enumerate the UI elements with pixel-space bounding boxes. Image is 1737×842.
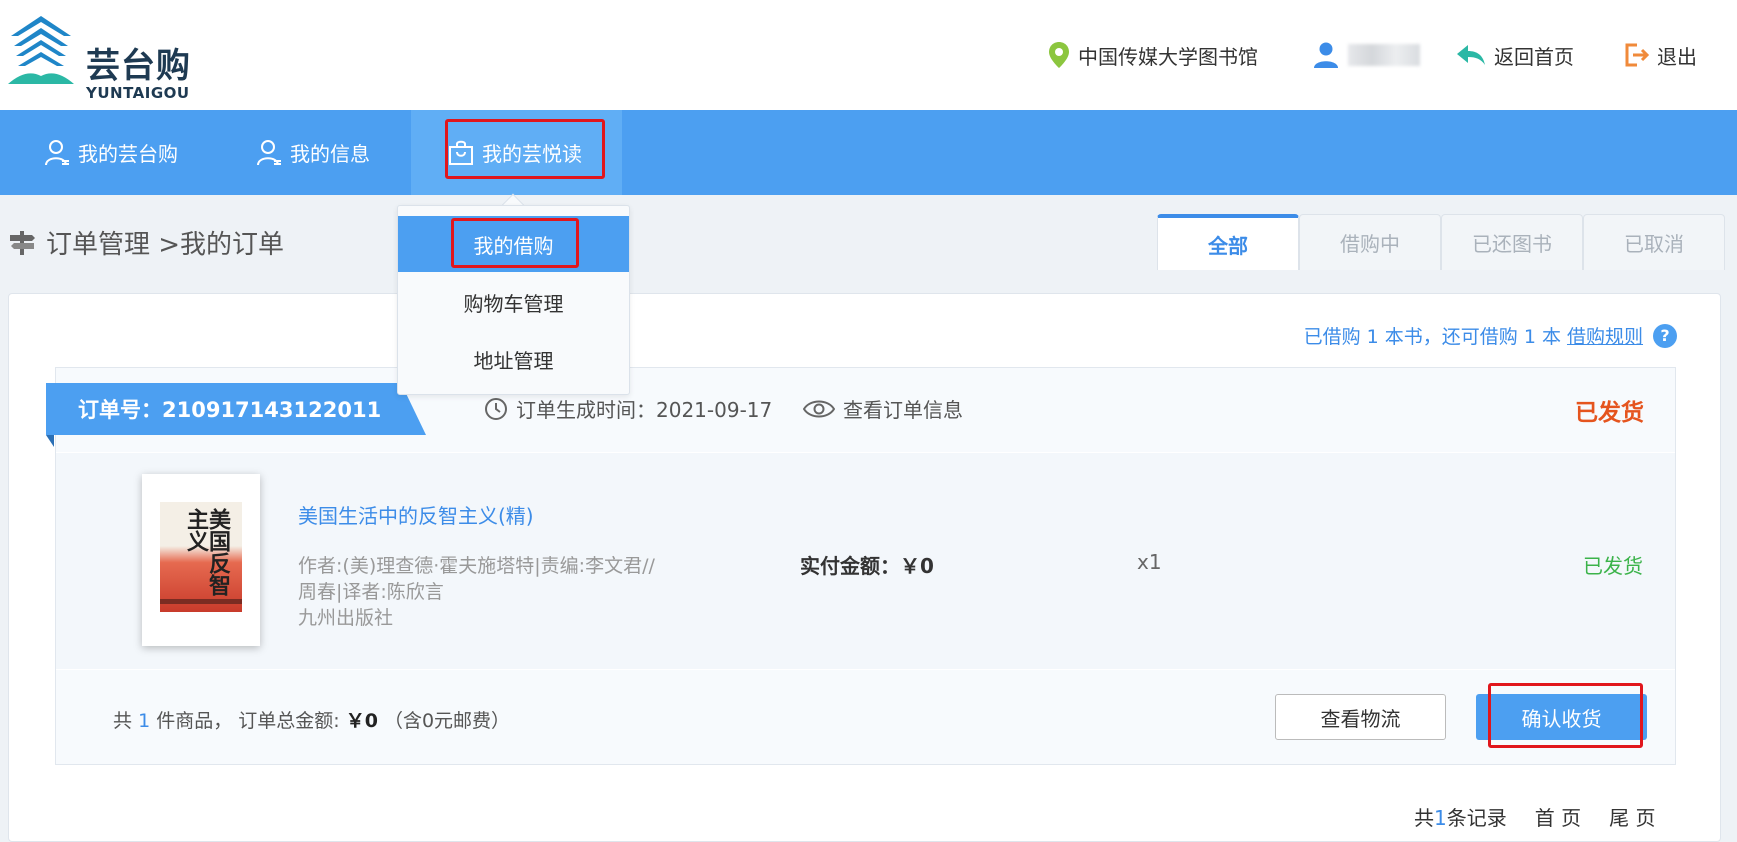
main-nav: 我的芸台购 我的信息 我的芸悦读	[0, 110, 1737, 195]
view-order-info-label: 查看订单信息	[843, 398, 963, 422]
tab-returned[interactable]: 已还图书	[1441, 214, 1583, 270]
book-translator-line: 周春|译者:陈欣言	[298, 581, 444, 603]
dropdown-item-address[interactable]: 地址管理	[398, 331, 629, 387]
book-publisher-line: 九州出版社	[298, 607, 394, 629]
help-icon[interactable]: ?	[1653, 323, 1677, 348]
home-label: 返回首页	[1494, 44, 1574, 69]
borrow-info-text: 已借购 1 本书，还可借购 1 本	[1303, 326, 1561, 348]
tab-all[interactable]: 全部	[1157, 214, 1299, 270]
user-account[interactable]	[1312, 38, 1420, 72]
logo[interactable]: 芸台购 YUNTAIGOU	[6, 14, 206, 102]
home-link[interactable]: 返回首页	[1456, 38, 1574, 72]
user-outline-icon	[257, 139, 281, 165]
last-page-link[interactable]: 尾 页	[1609, 802, 1655, 831]
order-created-time: 订单生成时间：2021-09-17	[484, 394, 772, 423]
eye-icon	[803, 400, 835, 417]
pagination: 共1条记录 首 页 尾 页	[1414, 802, 1655, 831]
nav-item-my-yunyuedu[interactable]: 我的芸悦读	[411, 110, 622, 195]
summary-count: 1	[138, 710, 151, 732]
item-status: 已发货	[1583, 554, 1643, 578]
view-logistics-button[interactable]: 查看物流	[1275, 694, 1446, 740]
book-cover-title: 美国反智主义	[183, 508, 230, 596]
logout-label: 退出	[1657, 44, 1697, 69]
logout-icon	[1625, 43, 1649, 67]
user-name-blurred	[1348, 44, 1420, 66]
record-count: 共1条记录	[1414, 802, 1507, 831]
book-description: 作者:(美)理查德·霍夫施塔特|责编:李文君// 周春|译者:陈欣言 九州出版社	[298, 553, 698, 631]
nav-item-my-yuntaigou[interactable]: 我的芸台购	[44, 110, 214, 195]
order-number: 订单号：210917143122011	[46, 383, 426, 435]
shopping-bag-icon	[449, 140, 473, 165]
breadcrumb: 订单管理 >我的订单	[8, 224, 284, 261]
borrow-info: 已借购 1 本书，还可借购 1 本 借购规则 ?	[1304, 322, 1677, 349]
record-count-prefix: 共	[1414, 806, 1434, 830]
record-count-number: 1	[1434, 806, 1447, 830]
order-tabs: 全部 借购中 已还图书 已取消	[1157, 214, 1725, 270]
nav-label: 我的芸台购	[78, 142, 178, 166]
summary-shipping: （含0元邮费）	[383, 710, 511, 732]
order-status: 已发货	[1575, 400, 1644, 426]
top-header: 芸台购 YUNTAIGOU 中国传媒大学图书馆 返回首页 退出	[0, 0, 1737, 110]
created-time-text: 订单生成时间：2021-09-17	[516, 398, 773, 422]
summary-suffix: 件商品， 订单总金额:	[156, 710, 346, 732]
logo-mark-icon	[8, 16, 74, 84]
tab-cancelled[interactable]: 已取消	[1583, 214, 1725, 270]
logo-subtext: YUNTAIGOU	[86, 84, 190, 102]
first-page-link[interactable]: 首 页	[1535, 802, 1581, 831]
book-cover-art: 美国反智主义	[160, 502, 242, 612]
library-link[interactable]: 中国传媒大学图书馆	[1048, 38, 1258, 72]
breadcrumb-text: 订单管理 >我的订单	[46, 230, 285, 260]
clock-icon	[485, 397, 507, 420]
book-author-line: 作者:(美)理查德·霍夫施塔特|责编:李文君//	[298, 555, 655, 577]
user-icon	[1314, 42, 1338, 68]
nav-label: 我的信息	[290, 142, 370, 166]
borrow-rule-link[interactable]: 借购规则	[1567, 322, 1643, 349]
nav-label: 我的芸悦读	[482, 142, 582, 166]
dropdown-item-my-borrow[interactable]: 我的借购	[398, 216, 629, 272]
confirm-receipt-button[interactable]: 确认收货	[1476, 694, 1647, 740]
user-outline-icon	[45, 139, 69, 165]
tab-borrowing[interactable]: 借购中	[1299, 214, 1441, 270]
view-order-info-link[interactable]: 查看订单信息	[803, 394, 963, 423]
location-pin-icon	[1049, 42, 1069, 68]
logo-text: 芸台购	[86, 46, 191, 86]
item-quantity: x1	[1137, 550, 1162, 574]
logout-link[interactable]: 退出	[1623, 38, 1697, 72]
book-cover-image[interactable]: 美国反智主义	[142, 474, 260, 646]
order-summary: 共 1 件商品， 订单总金额: ￥0 （含0元邮费）	[113, 706, 510, 733]
record-count-suffix: 条记录	[1446, 806, 1507, 830]
book-cover-stripe	[160, 599, 242, 604]
order-tag-fold	[46, 435, 54, 447]
book-title-link[interactable]: 美国生活中的反智主义(精)	[298, 500, 534, 529]
summary-prefix: 共	[113, 710, 133, 732]
signpost-icon	[10, 230, 35, 255]
dropdown-item-cart[interactable]: 购物车管理	[398, 274, 629, 330]
summary-amount: ￥0	[345, 710, 378, 732]
return-arrow-icon	[1457, 45, 1485, 65]
nav-item-my-info[interactable]: 我的信息	[256, 110, 396, 195]
paid-amount: 实付金额：￥0	[800, 554, 934, 578]
library-name: 中国传媒大学图书馆	[1078, 44, 1258, 69]
